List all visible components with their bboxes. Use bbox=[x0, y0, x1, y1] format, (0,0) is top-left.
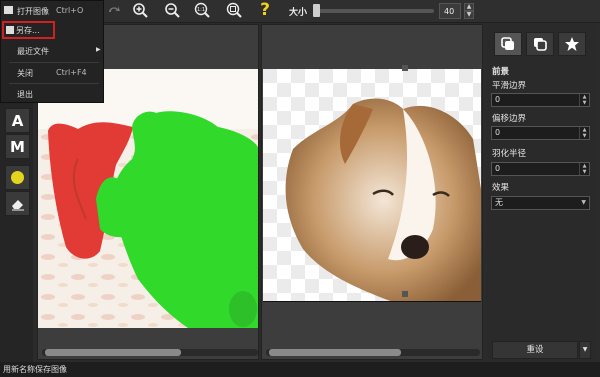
menu-item-open-label: 打开图像 bbox=[17, 7, 49, 16]
menu-item-open-shortcut: Ctrl+O bbox=[56, 6, 84, 15]
result-puppy-image[interactable] bbox=[263, 69, 481, 302]
tab-foreground[interactable] bbox=[494, 32, 522, 56]
menu-item-recent-label: 最近文件 bbox=[17, 47, 49, 56]
help-icon[interactable]: ? bbox=[256, 0, 274, 20]
menu-item-recent-files[interactable]: 最近文件 ▶ bbox=[1, 42, 103, 60]
smooth-spinner-icon[interactable]: ▲ ▼ bbox=[579, 94, 589, 106]
file-menu: 打开图像 Ctrl+O 另存... 最近文件 ▶ 关闭 Ctrl+F4 退出 bbox=[0, 0, 104, 103]
offset-input[interactable]: 0 ▲ ▼ bbox=[491, 126, 590, 140]
manual-select-tool[interactable]: M bbox=[5, 134, 30, 159]
result-scroll-thumb[interactable] bbox=[269, 349, 401, 356]
redo-icon[interactable] bbox=[105, 1, 123, 19]
menu-item-save-as-label: 另存... bbox=[16, 26, 40, 35]
foreground-layers-icon bbox=[501, 37, 514, 50]
feather-value: 0 bbox=[495, 164, 501, 173]
smooth-value: 0 bbox=[495, 95, 501, 104]
source-puppy-image[interactable] bbox=[38, 69, 258, 328]
size-slider-track[interactable] bbox=[318, 9, 434, 13]
effect-label: 效果 bbox=[492, 183, 510, 193]
zoom-out-icon[interactable] bbox=[163, 1, 181, 19]
settings-panel: 前景 平滑边界 0 ▲ ▼ 偏移边界 0 ▲ ▼ 羽化半径 0 ▲ ▼ 效果 无 ▼ … bbox=[486, 24, 596, 362]
size-label: 大小 bbox=[289, 8, 308, 18]
result-bottom-edge bbox=[263, 301, 481, 302]
smooth-input[interactable]: 0 ▲ ▼ bbox=[491, 93, 590, 107]
result-image-panel bbox=[261, 24, 483, 360]
menu-item-exit-label: 退出 bbox=[17, 90, 33, 99]
eraser-icon bbox=[11, 199, 24, 210]
menu-item-open-image[interactable]: 打开图像 Ctrl+O bbox=[1, 2, 103, 20]
size-down-arrow-icon[interactable]: ▼ bbox=[464, 11, 474, 19]
size-input[interactable]: 40 bbox=[439, 3, 461, 19]
star-icon bbox=[565, 37, 579, 51]
reset-dropdown-arrow-icon[interactable]: ▼ bbox=[579, 341, 591, 359]
submenu-arrow-icon: ▶ bbox=[96, 46, 101, 53]
feather-label: 羽化半径 bbox=[492, 149, 527, 159]
result-horizontal-scrollbar[interactable] bbox=[266, 349, 480, 356]
background-layers-icon bbox=[534, 38, 547, 51]
auto-select-tool[interactable]: A bbox=[5, 108, 30, 133]
eraser-tool[interactable] bbox=[5, 191, 30, 216]
fit-window-icon[interactable] bbox=[225, 1, 243, 19]
offset-label: 偏移边界 bbox=[492, 114, 527, 124]
folder-icon bbox=[4, 6, 13, 14]
source-scroll-thumb[interactable] bbox=[45, 349, 181, 356]
marker-tool[interactable] bbox=[5, 165, 30, 190]
zoom-in-icon[interactable] bbox=[131, 1, 149, 19]
svg-text:1:1: 1:1 bbox=[197, 7, 205, 13]
menu-item-save-as[interactable]: 另存... bbox=[2, 21, 55, 39]
save-icon bbox=[6, 26, 14, 34]
feather-input[interactable]: 0 ▲ ▼ bbox=[491, 162, 590, 176]
smooth-label: 平滑边界 bbox=[492, 81, 527, 91]
bottom-handle[interactable] bbox=[402, 291, 408, 297]
tab-background[interactable] bbox=[526, 32, 554, 56]
menu-separator bbox=[9, 83, 99, 84]
effect-value: 无 bbox=[495, 198, 503, 207]
menu-item-close-label: 关闭 bbox=[17, 69, 33, 78]
reset-button[interactable]: 重设 bbox=[492, 341, 578, 359]
status-text: 用新名称保存图像 bbox=[3, 365, 67, 374]
tab-favorites[interactable] bbox=[558, 32, 586, 56]
size-slider-thumb[interactable] bbox=[313, 4, 320, 17]
offset-spinner-icon[interactable]: ▲ ▼ bbox=[579, 127, 589, 139]
status-bar: 用新名称保存图像 bbox=[0, 362, 600, 377]
source-horizontal-scrollbar[interactable] bbox=[42, 349, 258, 356]
yellow-marker-icon bbox=[11, 171, 24, 184]
top-handle[interactable] bbox=[402, 65, 408, 71]
offset-value: 0 bbox=[495, 128, 501, 137]
chevron-down-icon: ▼ bbox=[581, 199, 586, 206]
size-up-arrow-icon[interactable]: ▲ bbox=[464, 3, 474, 11]
menu-item-close-shortcut: Ctrl+F4 bbox=[56, 68, 87, 77]
section-title: 前景 bbox=[492, 67, 510, 77]
menu-item-exit[interactable]: 退出 bbox=[1, 85, 103, 103]
actual-size-icon[interactable]: 1:1 bbox=[193, 1, 211, 19]
menu-separator bbox=[9, 62, 99, 63]
effect-select[interactable]: 无 ▼ bbox=[491, 196, 590, 210]
menu-item-close[interactable]: 关闭 Ctrl+F4 bbox=[1, 64, 103, 82]
feather-spinner-icon[interactable]: ▲ ▼ bbox=[579, 163, 589, 175]
